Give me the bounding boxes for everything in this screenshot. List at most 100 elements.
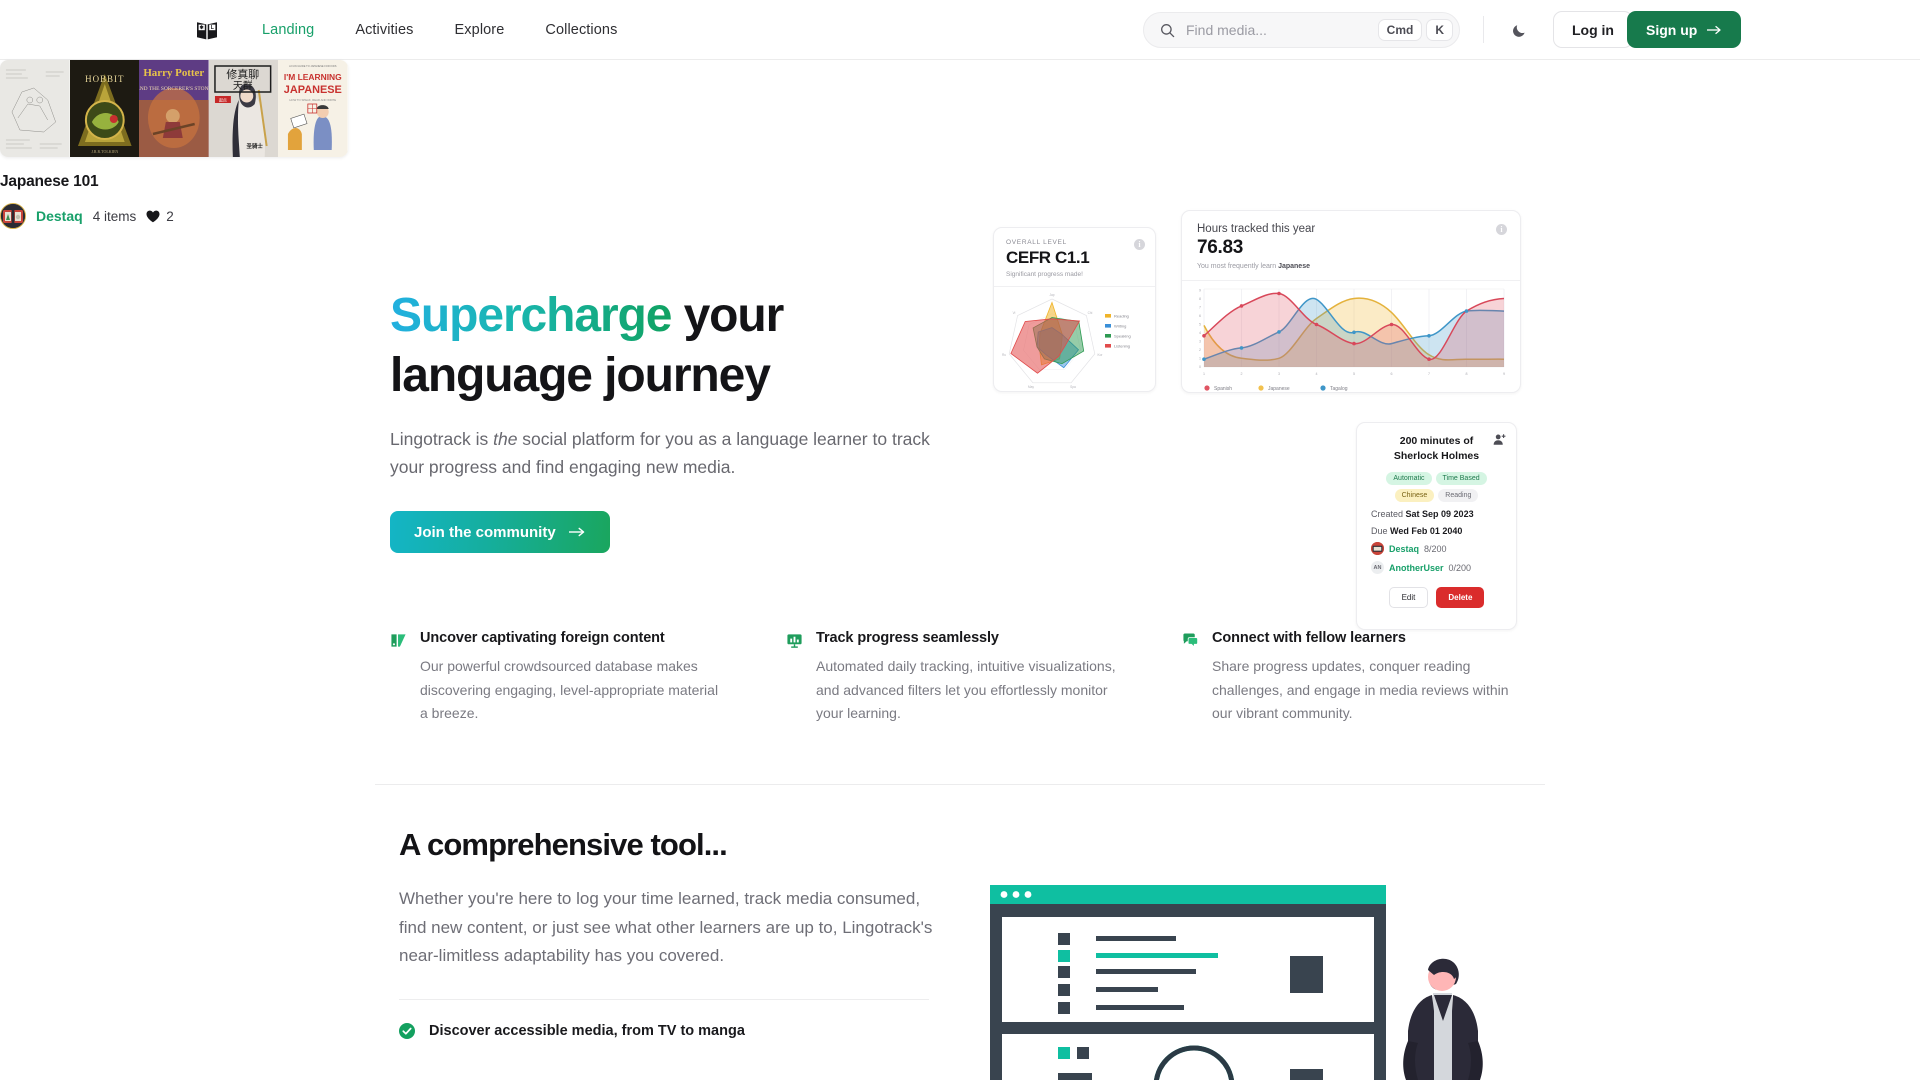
- tag-automatic[interactable]: Automatic: [1386, 472, 1432, 485]
- task-participant: AN AnotherUser 0/200: [1367, 561, 1506, 574]
- svg-text:Vi: Vi: [1013, 311, 1016, 315]
- feature-desc: Share progress updates, conquer reading …: [1212, 658, 1509, 721]
- check-label: Discover accessible media, from TV to ma…: [429, 1022, 745, 1039]
- svg-text:HOBBIT: HOBBIT: [85, 74, 124, 84]
- svg-text:May: May: [1028, 385, 1034, 389]
- svg-text:9: 9: [1199, 289, 1201, 293]
- open-book-icon: ✱ L: [197, 21, 217, 39]
- svg-text:1: 1: [1199, 357, 1201, 361]
- svg-text:8: 8: [1199, 297, 1201, 301]
- theme-toggle-button[interactable]: [1505, 16, 1533, 44]
- svg-text:5: 5: [1353, 372, 1355, 376]
- participant-name[interactable]: Destaq: [1389, 544, 1419, 554]
- collection-covers: HOBBIT J.R.R.TOLKIEN Harry Potter AND TH…: [0, 60, 348, 157]
- task-actions: Edit Delete: [1367, 587, 1506, 608]
- collection-author[interactable]: Destaq: [36, 208, 83, 224]
- kbd-cmd: Cmd: [1377, 19, 1423, 41]
- radar-legend-reading: Reading: [1114, 314, 1129, 319]
- info-icon[interactable]: i: [1496, 224, 1507, 235]
- top-navigation-bar: ✱ L Landing Activities Explore Collectio…: [0, 0, 1920, 60]
- svg-text:3: 3: [1199, 340, 1201, 344]
- nav-item-landing[interactable]: Landing: [262, 22, 314, 38]
- nav-item-activities[interactable]: Activities: [355, 22, 413, 38]
- brand-logo[interactable]: ✱ L: [194, 17, 220, 43]
- cover-harry-potter: Harry Potter AND THE SORCERER'S STONE: [139, 60, 209, 157]
- svg-text:Kor: Kor: [1098, 353, 1104, 357]
- radar-legend-speaking: Speaking: [1114, 334, 1131, 339]
- radar-legend-writing: Writing: [1114, 324, 1126, 329]
- search-bar[interactable]: Cmd K: [1143, 12, 1460, 48]
- svg-text:1: 1: [1203, 372, 1205, 376]
- hours-tracked-card: Hours tracked this year 76.83 You most f…: [1181, 210, 1521, 393]
- book-open-green-icon: [391, 634, 406, 647]
- login-button[interactable]: Log in: [1553, 11, 1633, 48]
- section-divider: [375, 784, 1545, 785]
- hero-subheading: Lingotrack is the social platform for yo…: [390, 425, 930, 481]
- features-row: Uncover captivating foreign content Our …: [390, 630, 1530, 726]
- join-community-button[interactable]: Join the community: [390, 511, 610, 553]
- nav-item-explore[interactable]: Explore: [455, 22, 505, 38]
- hero-text-column: Supercharge your language journey Lingot…: [390, 286, 950, 553]
- section-paragraph: Whether you're here to log your time lea…: [399, 889, 933, 965]
- cefr-note: Significant progress made!: [1006, 271, 1083, 278]
- add-user-icon[interactable]: [1493, 433, 1506, 451]
- search-input[interactable]: [1186, 22, 1374, 38]
- collection-likes: 2: [146, 209, 174, 224]
- svg-text:4: 4: [1199, 331, 1201, 335]
- kbd-k: K: [1426, 19, 1453, 41]
- hours-card-header: Hours tracked this year 76.83 You most f…: [1182, 211, 1520, 281]
- svg-text:HOW TO SPEAK, READ AND WRITE: HOW TO SPEAK, READ AND WRITE: [290, 98, 337, 102]
- hero-headline-gradient: Supercharge: [390, 289, 672, 342]
- inner-divider: [399, 998, 929, 1000]
- participant-progress: 8/200: [1424, 543, 1447, 554]
- hero-section: Supercharge your language journey Lingot…: [0, 60, 1920, 630]
- cover-manga-sketchbook: [0, 60, 70, 157]
- avatar[interactable]: [0, 203, 26, 229]
- svg-text:✱: ✱: [200, 25, 205, 31]
- svg-text:6: 6: [1199, 314, 1201, 318]
- signup-button[interactable]: Sign up: [1627, 11, 1742, 48]
- task-created: Created Sat Sep 09 2023: [1367, 509, 1506, 519]
- hours-note: You most frequently learn Japanese: [1197, 263, 1505, 270]
- svg-text:7: 7: [1199, 306, 1201, 310]
- cover-im-learning-japanese: A FUN GUIDE TO JAPANESE FOR KIDS I'M LEA…: [278, 60, 348, 157]
- nav-item-collections[interactable]: Collections: [545, 22, 617, 38]
- svg-text:0: 0: [1199, 365, 1201, 369]
- avatar-initials[interactable]: AN: [1371, 561, 1384, 574]
- hero-headline: Supercharge your language journey: [390, 286, 950, 406]
- cefr-value: CEFR C1.1: [1006, 248, 1090, 267]
- tag-reading[interactable]: Reading: [1438, 489, 1479, 502]
- tag-time-based[interactable]: Time Based: [1435, 472, 1487, 485]
- svg-text:起点: 起点: [219, 98, 227, 103]
- info-icon[interactable]: i: [1134, 239, 1145, 250]
- svg-text:9: 9: [1503, 372, 1505, 376]
- header-divider: [1483, 16, 1484, 43]
- delete-button[interactable]: Delete: [1436, 587, 1485, 608]
- collection-card[interactable]: HOBBIT J.R.R.TOLKIEN Harry Potter AND TH…: [0, 60, 348, 229]
- task-created-label: Created: [1371, 509, 1406, 519]
- task-due-value: Wed Feb 01 2040: [1390, 526, 1463, 536]
- svg-text:Chi: Chi: [1088, 311, 1093, 315]
- cover-the-hobbit: HOBBIT J.R.R.TOLKIEN: [69, 60, 140, 157]
- person-figure: [1403, 958, 1483, 1080]
- edit-button[interactable]: Edit: [1388, 587, 1429, 608]
- participant-name[interactable]: AnotherUser: [1389, 563, 1444, 573]
- cefr-label: OVERALL LEVEL: [1006, 239, 1067, 246]
- svg-text:6: 6: [1391, 372, 1393, 376]
- feature-desc: Our powerful crowdsourced database makes…: [420, 658, 719, 721]
- svg-text:修真聊: 修真聊: [226, 67, 259, 81]
- task-due-label: Due: [1371, 526, 1391, 536]
- tag-chinese[interactable]: Chinese: [1394, 489, 1435, 502]
- hours-note-a: You most frequently learn: [1197, 263, 1279, 270]
- svg-text:3: 3: [1278, 372, 1280, 376]
- feature-uncover-content: Uncover captivating foreign content Our …: [390, 630, 786, 726]
- main-nav: Landing Activities Explore Collections: [262, 22, 617, 38]
- feature-title: Connect with fellow learners: [1212, 630, 1406, 646]
- svg-text:AND THE SORCERER'S STONE: AND THE SORCERER'S STONE: [139, 86, 209, 92]
- collection-meta: Destaq 4 items 2: [0, 203, 348, 229]
- collection-like-count: 2: [166, 208, 174, 224]
- feature-track-progress: Track progress seamlessly Automated dail…: [786, 630, 1182, 726]
- task-title: 200 minutes of Sherlock Holmes: [1393, 435, 1480, 462]
- avatar[interactable]: [1371, 542, 1384, 555]
- cefr-level-card: OVERALL LEVEL CEFR C1.1 Significant prog…: [993, 227, 1156, 392]
